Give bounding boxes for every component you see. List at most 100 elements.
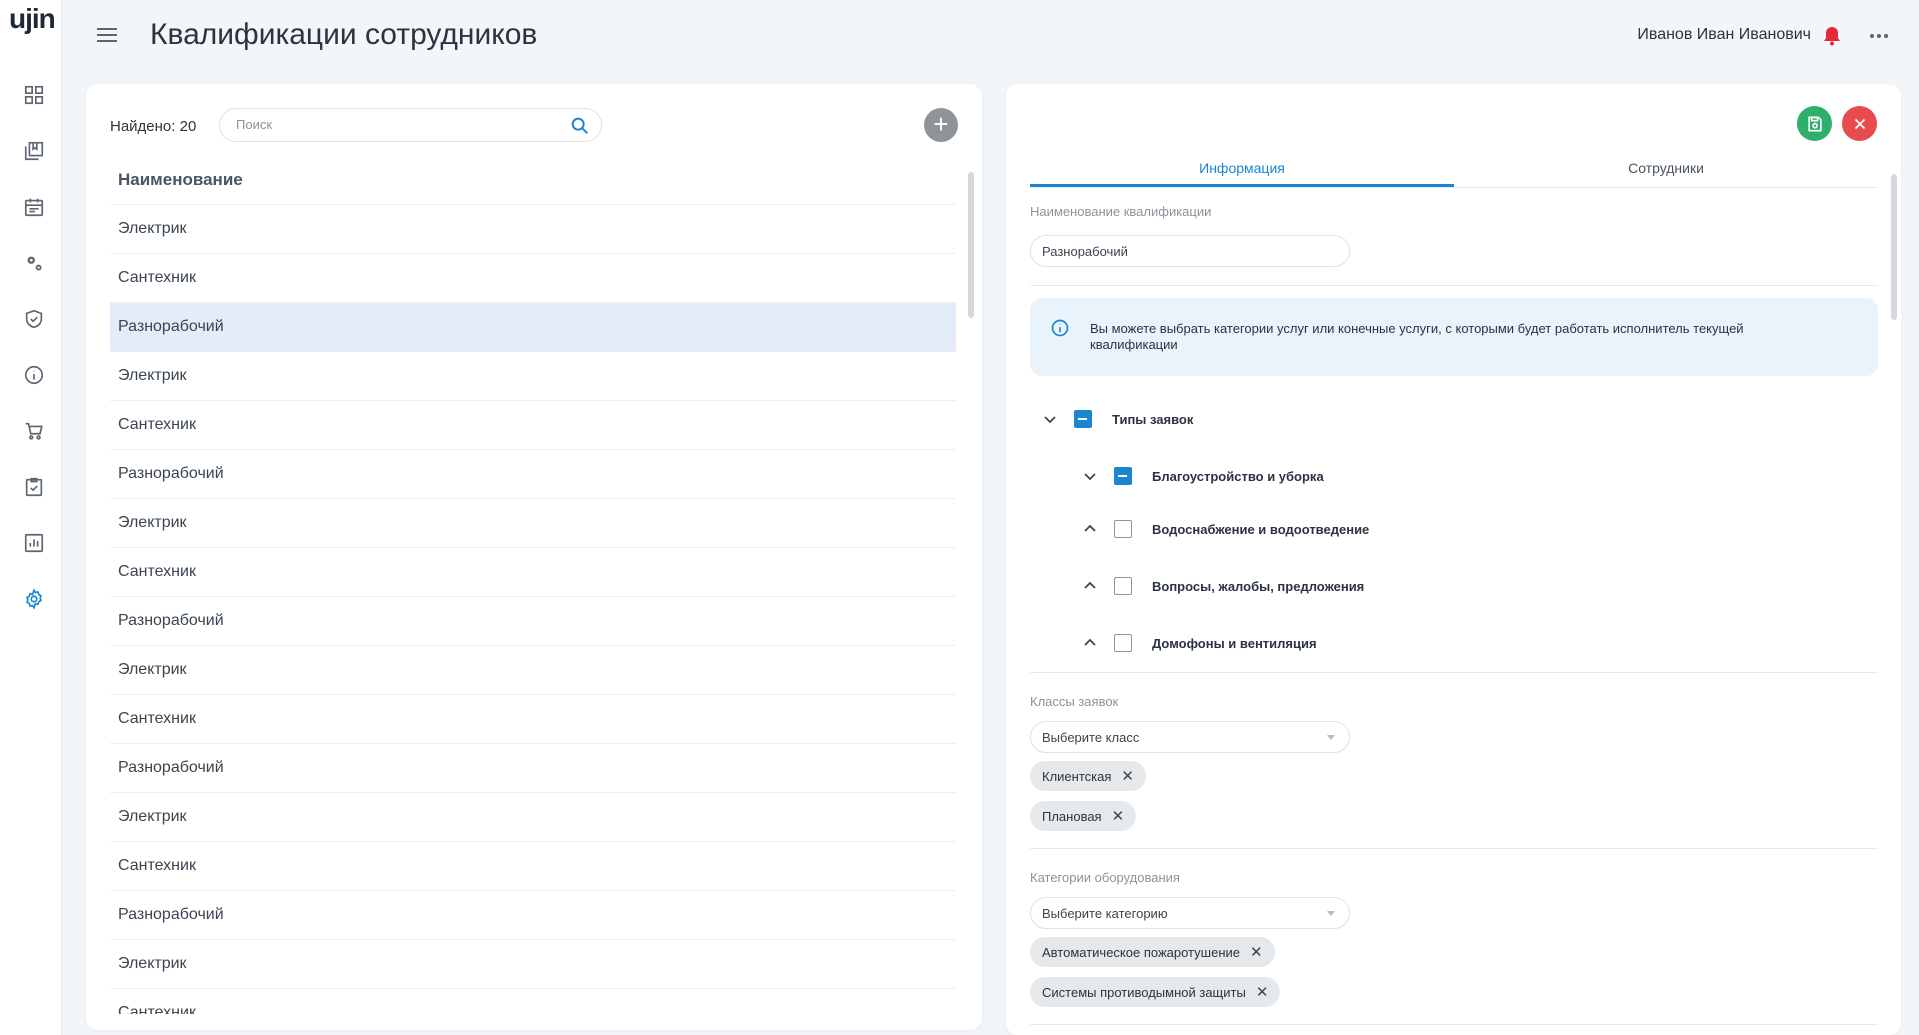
calendar-icon[interactable] bbox=[21, 194, 47, 220]
tree-item-label: Водоснабжение и водоотведение bbox=[1152, 521, 1370, 537]
list-item[interactable]: Электрик bbox=[110, 646, 956, 695]
search-icon[interactable] bbox=[569, 115, 591, 137]
info-icon[interactable] bbox=[21, 362, 47, 388]
qualification-detail-panel: Информация Сотрудники Наименование квали… bbox=[1006, 84, 1901, 1035]
detail-tabs: Информация Сотрудники bbox=[1030, 150, 1878, 188]
search-input[interactable] bbox=[236, 117, 556, 132]
qualification-name-label: Наименование квалификации bbox=[1030, 204, 1212, 219]
list-item[interactable]: Сантехник bbox=[110, 989, 956, 1014]
tree-item-checkbox[interactable] bbox=[1114, 634, 1132, 652]
equipment-chip: Автоматическое пожаротушение ✕ bbox=[1030, 937, 1275, 967]
tree-item: Благоустройство и уборка bbox=[1082, 467, 1324, 485]
info-icon bbox=[1050, 318, 1070, 338]
divider bbox=[1030, 672, 1878, 673]
list-item[interactable]: Электрик bbox=[110, 352, 956, 401]
classes-label: Классы заявок bbox=[1030, 694, 1119, 709]
class-select-placeholder: Выберите класс bbox=[1042, 730, 1140, 745]
search-box bbox=[219, 108, 602, 142]
divider bbox=[1030, 1024, 1878, 1025]
detail-scrollbar[interactable] bbox=[1891, 174, 1897, 320]
shield-icon[interactable] bbox=[21, 306, 47, 332]
dropdown-arrow-icon bbox=[1327, 735, 1335, 740]
journal-icon[interactable] bbox=[21, 138, 47, 164]
qualification-name-field[interactable]: Разнорабочий bbox=[1030, 235, 1350, 267]
list-item[interactable]: Электрик bbox=[110, 205, 956, 254]
class-chip: Плановая ✕ bbox=[1030, 801, 1137, 831]
tree-item: Водоснабжение и водоотведение bbox=[1082, 520, 1369, 538]
chevron-up-icon[interactable] bbox=[1082, 635, 1098, 651]
class-chip: Клиентская ✕ bbox=[1030, 761, 1146, 791]
clipboard-check-icon[interactable] bbox=[21, 474, 47, 500]
info-banner: Вы можете выбрать категории услуг или ко… bbox=[1030, 298, 1878, 376]
menu-toggle-button[interactable] bbox=[97, 24, 123, 48]
info-text: Вы можете выбрать категории услуг или ко… bbox=[1090, 321, 1744, 352]
chevron-up-icon[interactable] bbox=[1082, 578, 1098, 594]
list-item[interactable]: Разнорабочий bbox=[110, 450, 956, 499]
user-name[interactable]: Иванов Иван Иванович bbox=[1637, 26, 1811, 44]
cart-icon[interactable] bbox=[21, 418, 47, 444]
list-item[interactable]: Сантехник bbox=[110, 842, 956, 891]
list-item[interactable]: Разнорабочий bbox=[110, 744, 956, 793]
sidebar: ujin bbox=[0, 0, 62, 1035]
list-item[interactable]: Сантехник bbox=[110, 401, 956, 450]
list-item[interactable]: Сантехник bbox=[110, 548, 956, 597]
gears-icon[interactable] bbox=[21, 250, 47, 276]
tree-item: Домофоны и вентиляция bbox=[1082, 634, 1317, 652]
chip-label: Плановая bbox=[1042, 808, 1102, 824]
save-icon bbox=[1807, 116, 1822, 131]
chip-label: Системы противодымной защиты bbox=[1042, 984, 1246, 1000]
list-item[interactable]: Разнорабочий bbox=[110, 891, 956, 940]
qualifications-list-panel: Найдено: 20 + Наименование ЭлектрикСанте… bbox=[86, 84, 982, 1030]
remove-chip-icon[interactable]: ✕ bbox=[1256, 985, 1269, 1000]
tab-information[interactable]: Информация bbox=[1030, 150, 1454, 187]
tree-root-label: Типы заявок bbox=[1112, 411, 1194, 427]
dashboard-icon[interactable] bbox=[21, 82, 47, 108]
tree-item-checkbox[interactable] bbox=[1114, 467, 1132, 485]
column-header-name[interactable]: Наименование bbox=[110, 156, 956, 205]
list-item[interactable]: Электрик bbox=[110, 499, 956, 548]
close-icon bbox=[1854, 118, 1865, 129]
remove-chip-icon[interactable]: ✕ bbox=[1121, 769, 1134, 784]
chevron-down-icon[interactable] bbox=[1082, 468, 1098, 484]
add-qualification-button[interactable]: + bbox=[924, 108, 958, 142]
tree-item-label: Благоустройство и уборка bbox=[1152, 468, 1324, 484]
tree-root: Типы заявок bbox=[1042, 410, 1193, 428]
equipment-select-placeholder: Выберите категорию bbox=[1042, 906, 1168, 921]
tree-item-checkbox[interactable] bbox=[1114, 577, 1132, 595]
equipment-select[interactable]: Выберите категорию bbox=[1030, 897, 1350, 929]
list-item[interactable]: Сантехник bbox=[110, 254, 956, 303]
chevron-down-icon[interactable] bbox=[1042, 411, 1058, 427]
equipment-label: Категории оборудования bbox=[1030, 870, 1180, 885]
tree-item-label: Домофоны и вентиляция bbox=[1152, 635, 1317, 651]
bell-icon[interactable] bbox=[1820, 24, 1844, 48]
class-select[interactable]: Выберите класс bbox=[1030, 721, 1350, 753]
tree-root-checkbox[interactable] bbox=[1074, 410, 1092, 428]
tree-item-checkbox[interactable] bbox=[1114, 520, 1132, 538]
chart-icon[interactable] bbox=[21, 530, 47, 556]
close-button[interactable] bbox=[1842, 106, 1877, 141]
tree-item-label: Вопросы, жалобы, предложения bbox=[1152, 578, 1365, 594]
save-button[interactable] bbox=[1797, 106, 1832, 141]
divider bbox=[1030, 285, 1878, 286]
page-title: Квалификации сотрудников bbox=[150, 18, 538, 51]
list-item[interactable]: Разнорабочий bbox=[110, 597, 956, 646]
chip-label: Автоматическое пожаротушение bbox=[1042, 944, 1240, 960]
tab-employees[interactable]: Сотрудники bbox=[1454, 150, 1878, 187]
settings-icon[interactable] bbox=[21, 586, 47, 612]
remove-chip-icon[interactable]: ✕ bbox=[1112, 809, 1125, 824]
list-item[interactable]: Электрик bbox=[110, 793, 956, 842]
list-item[interactable]: Разнорабочий bbox=[110, 303, 956, 352]
list-item[interactable]: Электрик bbox=[110, 940, 956, 989]
qualifications-table: Наименование Электрик Сантехник Разнорабоч… bbox=[110, 156, 956, 1014]
list-item[interactable]: Сантехник bbox=[110, 695, 956, 744]
more-menu-icon[interactable] bbox=[1867, 24, 1891, 48]
found-count: Найдено: 20 bbox=[110, 118, 197, 135]
tree-item: Вопросы, жалобы, предложения bbox=[1082, 577, 1364, 595]
chip-label: Клиентская bbox=[1042, 768, 1112, 784]
dropdown-arrow-icon bbox=[1327, 911, 1335, 916]
list-scrollbar[interactable] bbox=[968, 172, 974, 318]
remove-chip-icon[interactable]: ✕ bbox=[1250, 945, 1263, 960]
divider bbox=[1030, 848, 1878, 849]
chevron-up-icon[interactable] bbox=[1082, 521, 1098, 537]
app-logo[interactable]: ujin bbox=[9, 3, 56, 35]
